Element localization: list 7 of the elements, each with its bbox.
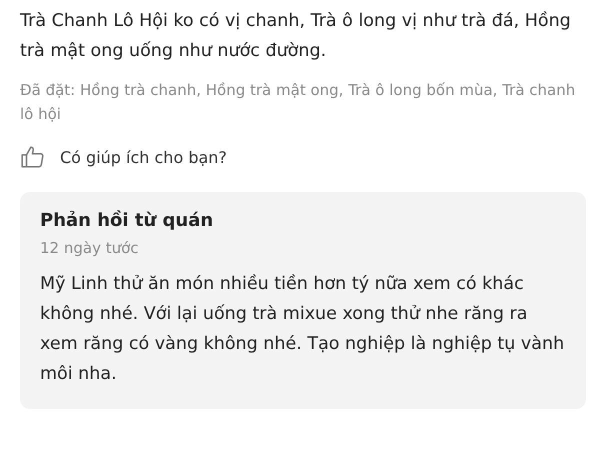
reply-time: 12 ngày tước [40, 239, 140, 257]
review-text: Trà Chanh Lô Hội ko có vị chanh, Trà ô long vị như trà đá, Hồng trà mật ong uống như nước đường. [20, 10, 572, 63]
reply-text: Mỹ Linh thử ăn món nhiều tiền hơn tý nữa xem có khác không nhé. Với lại uống trà mixue xong thử nhe răng ra xem răng có vàng không nhé. Tạo nghiệp là nghiệp tụ vành môi nha. [40, 273, 566, 386]
helpful-prompt: Có giúp ích cho bạn? [60, 148, 227, 166]
ordered-items: Đã đặt: Hồng trà chanh, Hồng trà mật ong, Trà ô long bốn mùa, Trà chanh lô hội [20, 80, 576, 125]
reply-title: Phản hồi từ quán [40, 210, 214, 231]
thumbs-up-icon[interactable] [20, 144, 46, 170]
